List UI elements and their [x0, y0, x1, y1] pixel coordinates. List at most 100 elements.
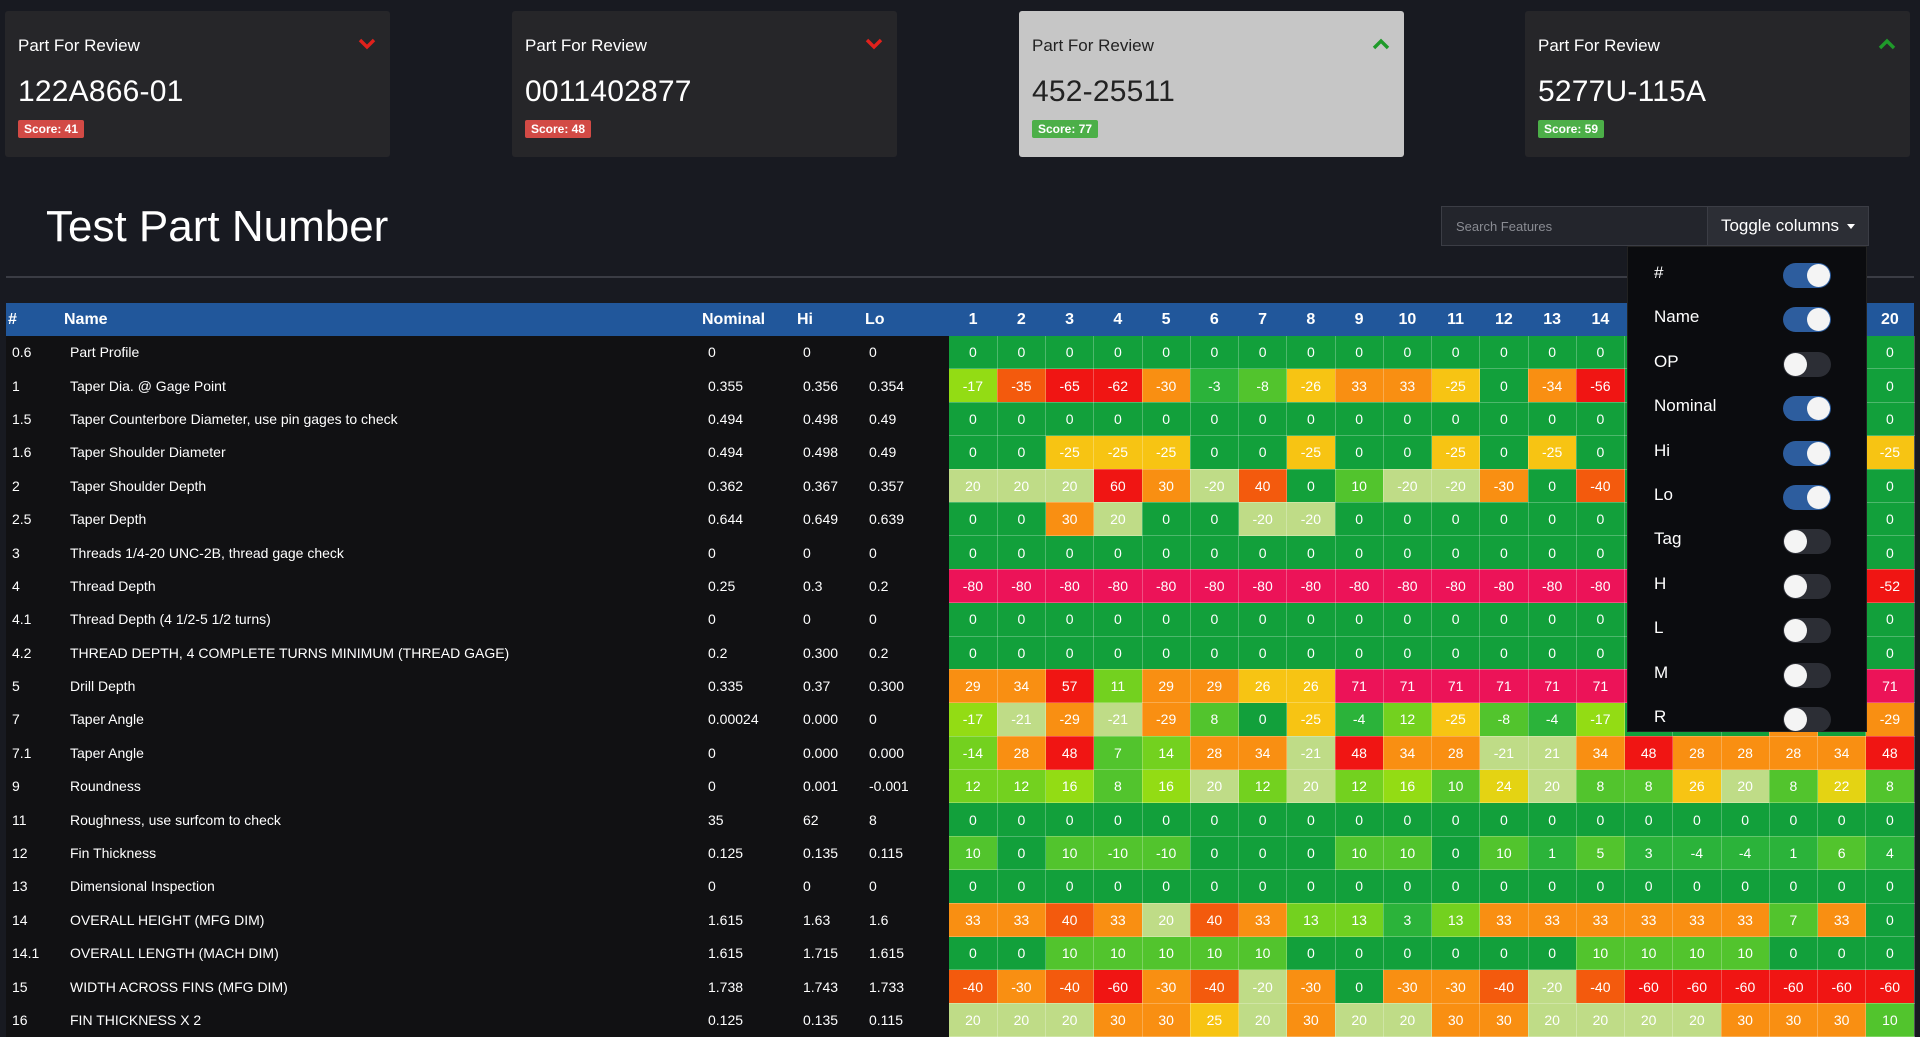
- sample-cell[interactable]: -25: [1431, 368, 1481, 403]
- sample-cell[interactable]: -14: [949, 736, 998, 771]
- sample-cell[interactable]: 20: [997, 469, 1047, 503]
- column-header-sample[interactable]: 7: [1238, 303, 1287, 336]
- sample-cell[interactable]: 0: [1238, 636, 1288, 670]
- sample-cell[interactable]: 0: [1286, 836, 1336, 871]
- sample-cell[interactable]: 0: [1624, 869, 1674, 904]
- sample-cell[interactable]: 0: [1142, 502, 1191, 537]
- sample-cell[interactable]: 3: [1624, 836, 1674, 871]
- sample-cell[interactable]: 20: [1383, 1003, 1433, 1037]
- sample-cell[interactable]: 8: [1093, 769, 1143, 804]
- sample-cell[interactable]: 0: [1238, 435, 1288, 470]
- sample-cell[interactable]: -25: [1865, 435, 1915, 470]
- column-header-sample[interactable]: 2: [997, 303, 1046, 336]
- sample-cell[interactable]: -30: [1431, 969, 1481, 1004]
- sample-cell[interactable]: -80: [1383, 569, 1433, 604]
- toggle-switch[interactable]: [1783, 263, 1831, 288]
- sample-cell[interactable]: -26: [1286, 368, 1336, 403]
- toggle-column-item[interactable]: Hi: [1628, 433, 1868, 477]
- sample-cell[interactable]: 0: [1045, 802, 1095, 837]
- sample-cell[interactable]: 0: [1817, 936, 1867, 971]
- sample-cell[interactable]: 0: [1576, 402, 1626, 437]
- sample-cell[interactable]: 12: [1335, 769, 1384, 804]
- sample-cell[interactable]: -30: [1142, 969, 1191, 1004]
- sample-cell[interactable]: 0: [997, 869, 1047, 904]
- sample-cell[interactable]: 0: [1528, 535, 1577, 570]
- sample-cell[interactable]: 33: [1238, 903, 1288, 938]
- sample-cell[interactable]: 71: [1576, 669, 1626, 704]
- sample-cell[interactable]: -8: [1238, 368, 1288, 403]
- sample-cell[interactable]: 20: [1721, 769, 1770, 804]
- sample-cell[interactable]: 0: [1528, 869, 1577, 904]
- sample-cell[interactable]: 0: [1769, 869, 1819, 904]
- sample-cell[interactable]: 0: [1769, 936, 1819, 971]
- sample-cell[interactable]: 40: [1238, 469, 1288, 503]
- sample-cell[interactable]: 0: [1479, 502, 1529, 537]
- sample-cell[interactable]: 0: [1479, 636, 1529, 670]
- column-header-num[interactable]: #: [6, 303, 64, 336]
- sample-cell[interactable]: -4: [1335, 702, 1384, 737]
- sample-cell[interactable]: 0: [1479, 936, 1529, 971]
- sample-cell[interactable]: 57: [1045, 669, 1095, 704]
- sample-cell[interactable]: 5: [1576, 836, 1626, 871]
- sample-cell[interactable]: 0: [1093, 535, 1143, 570]
- sample-cell[interactable]: 0: [1238, 802, 1288, 837]
- table-row[interactable]: 9 Roundness 0 0.001 -0.001 12 12 16 8 16 20 12 20 12 1…: [6, 769, 1915, 804]
- sample-cell[interactable]: 10: [1431, 769, 1481, 804]
- sample-cell[interactable]: -80: [1528, 569, 1577, 604]
- sample-cell[interactable]: 0: [997, 936, 1047, 971]
- column-header-lo[interactable]: Lo: [863, 303, 949, 336]
- sample-cell[interactable]: -25: [1093, 435, 1143, 470]
- sample-cell[interactable]: 34: [1576, 736, 1626, 771]
- sample-cell[interactable]: 10: [1335, 469, 1384, 503]
- sample-cell[interactable]: -25: [1286, 435, 1336, 470]
- sample-cell[interactable]: 0: [1190, 802, 1240, 837]
- column-header-sample[interactable]: 12: [1479, 303, 1528, 336]
- sample-cell[interactable]: 0: [1865, 469, 1915, 503]
- sample-cell[interactable]: -17: [949, 368, 998, 403]
- sample-cell[interactable]: 0: [1335, 969, 1384, 1004]
- sample-cell[interactable]: 12: [1383, 702, 1433, 737]
- sample-cell[interactable]: -30: [1383, 969, 1433, 1004]
- toggle-column-item[interactable]: M: [1628, 655, 1868, 699]
- sample-cell[interactable]: 0: [1479, 435, 1529, 470]
- sample-cell[interactable]: -56: [1576, 368, 1626, 403]
- sample-cell[interactable]: 0: [1093, 636, 1143, 670]
- sample-cell[interactable]: 0: [1528, 469, 1577, 503]
- sample-cell[interactable]: 0: [1335, 535, 1384, 570]
- sample-cell[interactable]: -17: [1576, 702, 1626, 737]
- sample-cell[interactable]: 0: [1817, 869, 1867, 904]
- sample-cell[interactable]: 26: [1238, 669, 1288, 704]
- sample-cell[interactable]: 20: [1528, 769, 1577, 804]
- column-header-sample[interactable]: 1: [949, 303, 998, 336]
- sample-cell[interactable]: 0: [1721, 802, 1770, 837]
- sample-cell[interactable]: 0: [1576, 502, 1626, 537]
- sample-cell[interactable]: 33: [1576, 903, 1626, 938]
- sample-cell[interactable]: -80: [1238, 569, 1288, 604]
- sample-cell[interactable]: -10: [1142, 836, 1191, 871]
- table-row[interactable]: 15 WIDTH ACROSS FINS (MFG DIM) 1.738 1.743 1…: [6, 969, 1915, 1004]
- sample-cell[interactable]: 0: [997, 502, 1047, 537]
- sample-cell[interactable]: 0: [1093, 402, 1143, 437]
- sample-cell[interactable]: 33: [1528, 903, 1577, 938]
- toggle-column-item[interactable]: Lo: [1628, 477, 1868, 521]
- sample-cell[interactable]: 10: [1672, 936, 1722, 971]
- sample-cell[interactable]: -80: [1479, 569, 1529, 604]
- sample-cell[interactable]: 0: [1190, 535, 1240, 570]
- part-review-card[interactable]: Part For Review 452-25511 Score: 77: [1019, 11, 1404, 157]
- sample-cell[interactable]: 0: [1479, 602, 1529, 637]
- sample-cell[interactable]: 0: [1431, 869, 1481, 904]
- sample-cell[interactable]: 0: [1045, 869, 1095, 904]
- sample-cell[interactable]: 0: [1817, 802, 1867, 837]
- sample-cell[interactable]: -60: [1817, 969, 1867, 1004]
- sample-cell[interactable]: 10: [1383, 836, 1433, 871]
- sample-cell[interactable]: -10: [1093, 836, 1143, 871]
- sample-cell[interactable]: -60: [1093, 969, 1143, 1004]
- sample-cell[interactable]: 0: [1190, 602, 1240, 637]
- sample-cell[interactable]: 0: [1335, 602, 1384, 637]
- sample-cell[interactable]: -29: [1865, 702, 1915, 737]
- sample-cell[interactable]: -4: [1672, 836, 1722, 871]
- sample-cell[interactable]: 0: [1045, 336, 1095, 370]
- sample-cell[interactable]: 0: [1190, 402, 1240, 437]
- sample-cell[interactable]: 0: [949, 869, 998, 904]
- sample-cell[interactable]: 0: [1479, 336, 1529, 370]
